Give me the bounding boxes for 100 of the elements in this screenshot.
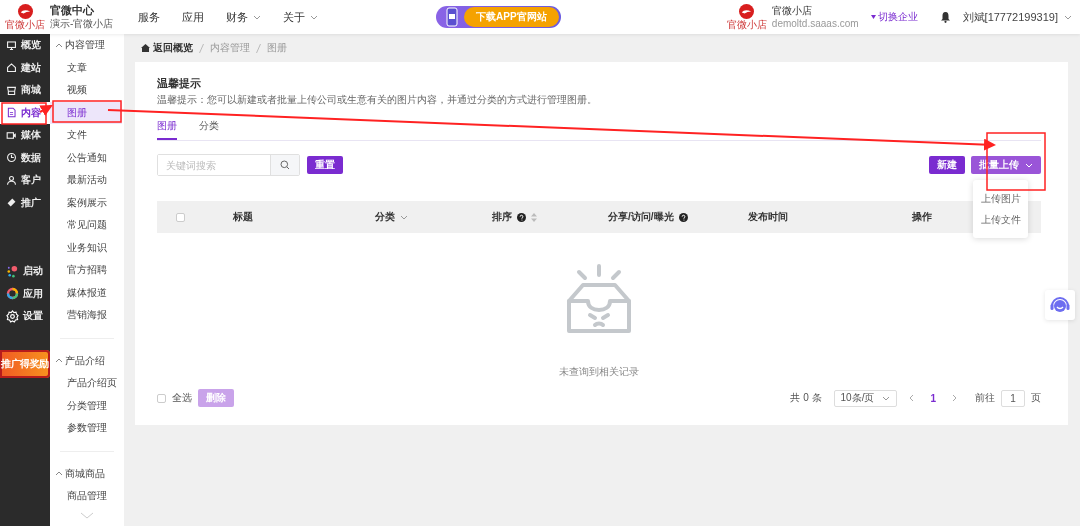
submenu-item[interactable]: 官方招聘 [50,259,122,282]
column-header[interactable]: 操作 [912,210,932,224]
document-icon [6,107,17,119]
help-icon [678,212,688,222]
chevron-down-icon [310,14,318,20]
logo-icon [739,4,755,19]
submenu-item[interactable]: 最新活动 [50,169,122,192]
sort-icon[interactable] [531,212,537,222]
submenu-item[interactable]: 业务知识 [50,236,122,259]
new-button[interactable]: 新建 [929,156,965,174]
logo-caption: 官微小店 [726,19,767,30]
submenu-item[interactable]: 产品介绍页 [50,372,122,395]
submenu-item[interactable]: 文章 [50,56,122,79]
chevron-down-icon [400,214,408,220]
checkbox[interactable] [157,393,166,403]
chevron-down-icon [1064,14,1072,20]
video-icon [6,129,17,141]
nav-menu-item[interactable]: 财务 [226,9,261,25]
column-header[interactable]: 发布时间 [748,210,788,224]
switch-company-link[interactable]: 切换企业 [870,10,918,24]
sidebar-item[interactable]: 推广 [0,191,50,214]
monitor-icon [6,39,17,51]
clock-icon [6,152,17,164]
chevron-down-icon[interactable] [80,511,94,519]
sidebar-item[interactable]: 概览 [0,34,50,57]
nav-menu-item[interactable]: 关于 [283,9,318,25]
brand-subtitle: 演示-官微小店 [50,17,115,30]
sidebar-item[interactable]: 应用 [0,282,50,305]
submenu-item[interactable]: 常见问题 [50,214,122,237]
submenu-item[interactable]: 参数管理 [50,417,122,440]
menu-group-header[interactable]: 产品介绍 [50,349,124,372]
submenu-item[interactable]: 营销海报 [50,304,122,327]
sidebar-item[interactable]: 设置 [0,305,50,328]
customer-service-button[interactable] [1045,290,1075,320]
ring-icon [6,287,19,301]
search-field[interactable]: 关键词搜索 [157,154,300,176]
breadcrumb-separator-icon [199,43,204,53]
search-icon [280,160,290,170]
submenu-item[interactable]: 视频 [50,79,122,102]
house-icon [6,62,17,74]
page-number[interactable]: 1 [930,392,936,404]
brand-title: 官微中心 [50,4,95,17]
total-count: 共 0 条 [790,391,822,405]
bell-icon[interactable] [939,11,951,23]
shop-name: 官微小店 [771,4,813,17]
tag-icon [6,197,17,209]
chevron-left-icon[interactable] [909,394,915,402]
annotation-box [1,102,47,125]
notice-title: 温馨提示 [157,76,202,91]
sidebar-item[interactable]: 客户 [0,169,50,192]
column-header[interactable]: 分类 [375,210,395,224]
sidebar-item[interactable]: 数据 [0,146,50,169]
tab[interactable]: 分类 [199,115,219,140]
search-button[interactable] [270,155,299,175]
submenu-item[interactable]: 商品管理 [50,485,122,508]
nav-menu-item[interactable]: 应用 [182,9,204,25]
submenu-item[interactable]: 分类管理 [50,394,122,417]
user-menu[interactable]: 刘斌[17772199319] [962,9,1072,25]
submenu-item[interactable]: 文件 [50,124,122,147]
chevron-down-icon [253,14,261,20]
notice-text: 温馨提示：您可以新建或者批量上传公司或生意有关的图片内容，并通过分类的方式进行管理图册。 [157,94,598,107]
sidebar-item[interactable]: 建站 [0,56,50,79]
chevron-right-icon[interactable] [952,394,957,402]
page-suffix: 页 [1031,391,1041,405]
chevron-down-icon [1025,162,1033,168]
chevron-down-icon [882,395,891,401]
phone-icon [446,7,458,27]
dropdown-item[interactable]: 上传图片 [973,188,1028,209]
reset-button[interactable]: 重置 [307,156,343,174]
sidebar-item[interactable]: 媒体 [0,124,50,147]
breadcrumb-separator-icon [256,43,261,53]
column-header[interactable]: 标题 [233,210,253,224]
logo-icon [17,4,33,19]
tab[interactable]: 图册 [157,115,177,140]
column-header[interactable]: 分享/访问/曝光 [608,210,674,224]
sidebar-item[interactable]: 商城 [0,79,50,102]
house-icon [141,44,150,52]
select-all-label[interactable]: 全选 [172,391,192,405]
shop-domain: demoltd.saaas.com [771,17,859,30]
dropdown-item[interactable]: 上传文件 [973,209,1028,230]
submenu-item[interactable]: 公告通知 [50,146,122,169]
dots-icon [6,264,19,278]
chevron-icon [55,42,63,48]
submenu-item[interactable]: 媒体报道 [50,281,122,304]
annotation-arrow [39,105,53,117]
column-header[interactable]: 排序 [492,210,512,224]
checkbox[interactable] [176,212,185,222]
chevron-icon [55,358,63,364]
goto-label: 前往 [975,391,995,405]
nav-menu-item[interactable]: 服务 [138,9,160,25]
menu-group-header[interactable]: 商城商品 [50,462,124,485]
menu-group-header[interactable]: 内容管理 [50,34,124,57]
page-size-select[interactable]: 10条/页 [833,389,898,407]
annotation-box [52,100,122,123]
chevron-icon [55,471,63,477]
goto-page-field[interactable]: 1 [1001,389,1025,407]
submenu-item[interactable]: 案例展示 [50,191,122,214]
back-link[interactable]: 返回概览 [141,41,193,55]
gear-icon [6,309,19,323]
sidebar-item[interactable]: 启动 [0,260,50,283]
